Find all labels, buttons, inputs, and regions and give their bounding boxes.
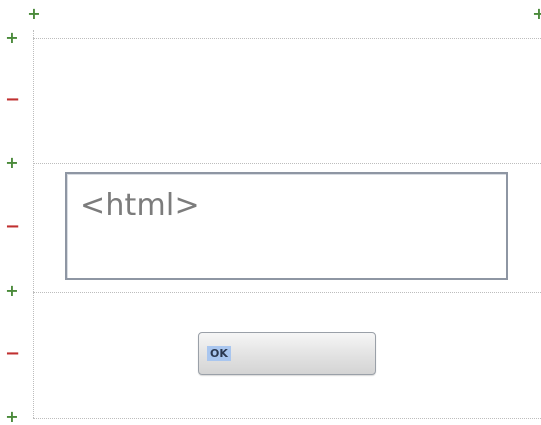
layout-editor-canvas: + + + − + − + − + <html> OK (0, 0, 541, 425)
add-row-icon[interactable]: + (5, 409, 19, 425)
html-content-text: <html> (80, 188, 200, 223)
row-divider (33, 163, 541, 164)
remove-row-icon[interactable]: − (5, 218, 20, 236)
html-content-box[interactable]: <html> (65, 172, 508, 280)
add-row-icon[interactable]: + (5, 283, 19, 299)
remove-row-icon[interactable]: − (5, 91, 20, 109)
ok-button-label: OK (207, 346, 231, 361)
row-divider (33, 38, 541, 39)
remove-row-icon[interactable]: − (5, 345, 20, 363)
column-guide (33, 30, 34, 418)
add-column-icon[interactable]: + (532, 6, 541, 22)
add-row-icon[interactable]: + (5, 155, 19, 171)
ok-button[interactable]: OK (198, 332, 376, 375)
row-divider (33, 418, 541, 419)
add-column-icon[interactable]: + (27, 6, 41, 22)
row-divider (33, 292, 541, 293)
add-row-icon[interactable]: + (5, 30, 19, 46)
